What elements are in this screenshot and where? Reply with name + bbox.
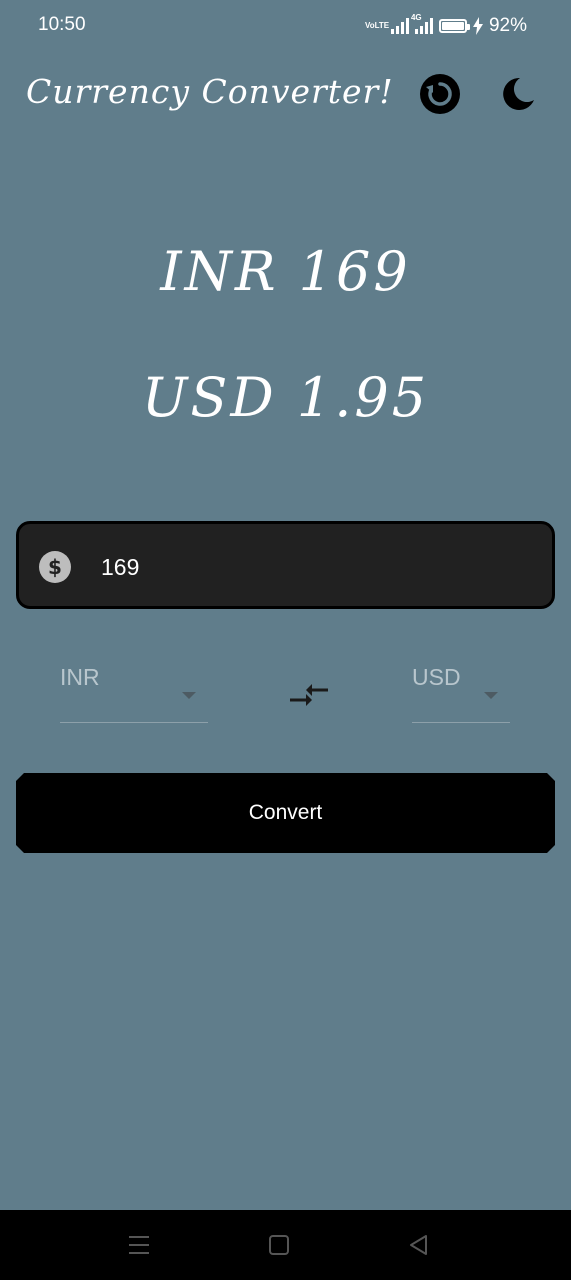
to-currency-select[interactable]: USD [412,660,510,723]
charging-icon [472,17,483,35]
menu-icon[interactable] [126,1232,152,1258]
moon-icon [503,77,534,110]
svg-text:$: $ [48,555,62,579]
to-currency-value: USD [412,664,461,690]
result-to: USD 1.95 [141,366,430,429]
network-type: 4G [410,13,422,22]
from-currency-value: INR [60,664,100,690]
swap-arrows-icon[interactable] [288,680,332,712]
amount-field[interactable]: $ [16,521,555,609]
theme-toggle-button[interactable] [496,74,536,114]
amount-input[interactable] [99,548,503,586]
signal-icon [390,18,409,34]
refresh-icon [420,74,460,114]
back-icon[interactable] [406,1232,432,1258]
status-time: 10:50 [38,14,86,35]
from-currency-select[interactable]: INR [60,660,208,723]
signal-4g-icon: 4G [411,13,433,34]
status-bar: 10:50 VoLTE 4G 92% [0,0,571,52]
result-from: INR 169 [160,240,411,303]
chevron-down-icon [182,692,196,699]
chevron-down-icon [484,692,498,699]
battery-icon [438,19,470,33]
volte-icon: VoLTE [364,21,390,30]
navigation-bar [0,1210,571,1280]
convert-button[interactable]: Convert [16,773,555,853]
battery-percent: 92% [488,15,527,36]
dollar-icon: $ [39,551,71,583]
refresh-button[interactable] [420,74,460,114]
app-title: Currency Converter! [26,72,394,111]
home-icon[interactable] [266,1232,292,1258]
status-icons: VoLTE 4G 92% [364,13,527,38]
